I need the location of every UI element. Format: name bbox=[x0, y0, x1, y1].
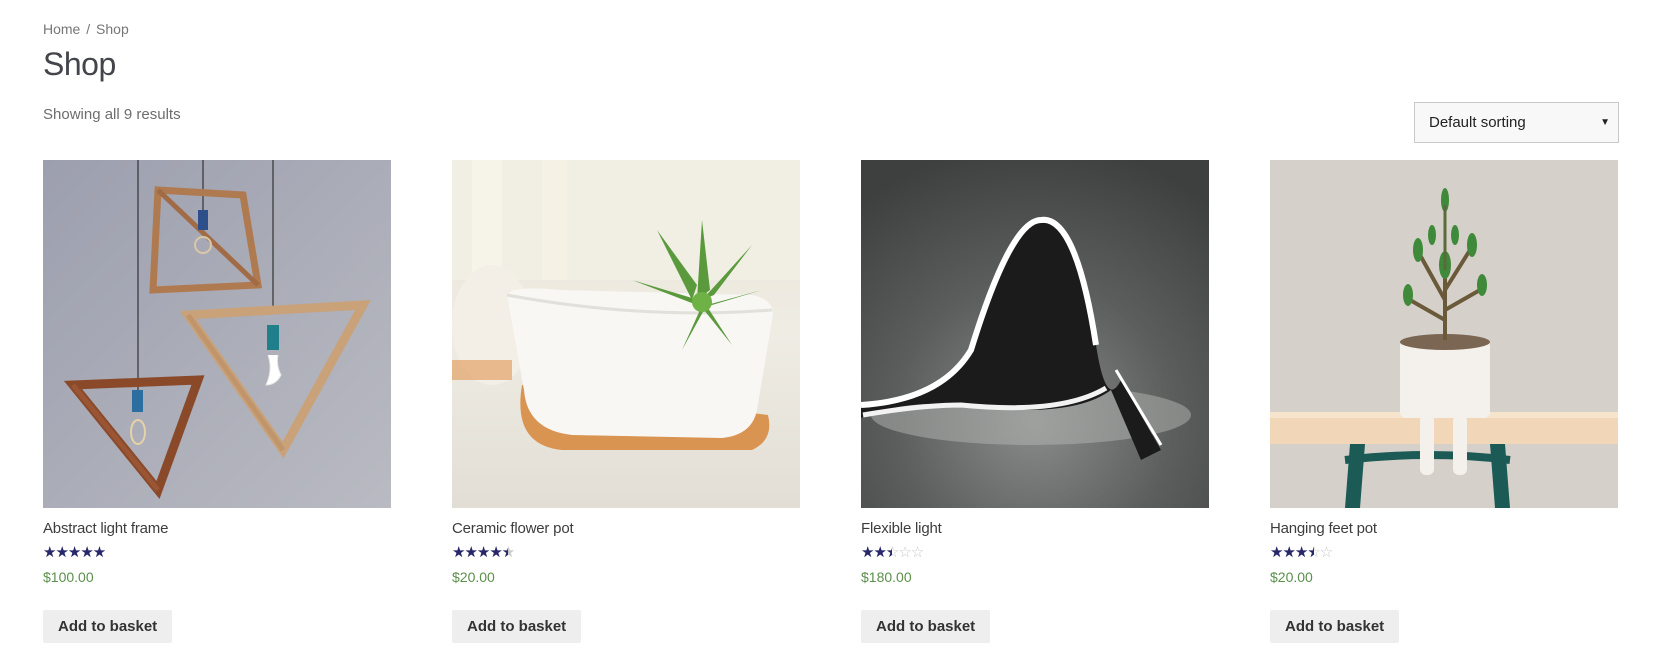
product-price: $100.00 bbox=[43, 569, 94, 585]
add-to-basket-button[interactable]: Add to basket bbox=[43, 610, 173, 643]
add-to-basket-button[interactable]: Add to basket bbox=[452, 610, 582, 643]
breadcrumb: Home / Shop bbox=[43, 21, 129, 37]
product-price: $180.00 bbox=[861, 569, 912, 585]
product-title[interactable]: Ceramic flower pot bbox=[452, 520, 800, 537]
page-title: Shop bbox=[43, 46, 116, 82]
product-card: Abstract light frame ★★★★★ ★★★★★ $100.00… bbox=[43, 160, 391, 643]
product-title[interactable]: Flexible light bbox=[861, 520, 1209, 537]
product-card: Flexible light ☆☆☆☆☆ ★★★★★ $180.00 Add t… bbox=[861, 160, 1209, 643]
product-image-flexible-light[interactable] bbox=[861, 160, 1209, 508]
product-price: $20.00 bbox=[1270, 569, 1313, 585]
add-to-basket-button[interactable]: Add to basket bbox=[1270, 610, 1400, 643]
product-title[interactable]: Hanging feet pot bbox=[1270, 520, 1618, 537]
star-rating: ★★★★★ ★★★★★ bbox=[43, 545, 115, 561]
product-image-abstract-light-frame[interactable] bbox=[43, 160, 391, 508]
product-card: Hanging feet pot ☆☆☆☆☆ ★★★★★ $20.00 Add … bbox=[1270, 160, 1618, 643]
star-rating: ★★★★★ ★★★★★ bbox=[452, 545, 524, 561]
star-rating-filled-icon: ★★★★★ bbox=[452, 545, 508, 561]
product-image-hanging-feet-pot[interactable] bbox=[1270, 160, 1618, 508]
star-rating: ☆☆☆☆☆ ★★★★★ bbox=[861, 545, 933, 561]
breadcrumb-separator: / bbox=[86, 21, 91, 37]
star-rating: ☆☆☆☆☆ ★★★★★ bbox=[1270, 545, 1342, 561]
product-card: Ceramic flower pot ★★★★★ ★★★★★ $20.00 Ad… bbox=[452, 160, 800, 643]
breadcrumb-home-link[interactable]: Home bbox=[43, 21, 80, 37]
breadcrumb-current: Shop bbox=[96, 21, 129, 37]
add-to-basket-button[interactable]: Add to basket bbox=[861, 610, 991, 643]
result-count: Showing all 9 results bbox=[43, 106, 181, 123]
product-grid: Abstract light frame ★★★★★ ★★★★★ $100.00… bbox=[43, 160, 1619, 660]
star-rating-filled-icon: ★★★★★ bbox=[43, 545, 106, 561]
product-image-ceramic-flower-pot[interactable] bbox=[452, 160, 800, 508]
product-title[interactable]: Abstract light frame bbox=[43, 520, 391, 537]
sort-select[interactable]: Default sorting ▼ bbox=[1414, 102, 1619, 143]
star-rating-filled-icon: ★★★★★ bbox=[1270, 545, 1314, 561]
star-rating-filled-icon: ★★★★★ bbox=[861, 545, 892, 561]
sort-select-value: Default sorting bbox=[1429, 114, 1526, 131]
shop-page: Home / Shop Shop Showing all 9 results D… bbox=[0, 0, 1653, 670]
dropdown-arrow-icon: ▼ bbox=[1600, 117, 1610, 128]
product-price: $20.00 bbox=[452, 569, 495, 585]
